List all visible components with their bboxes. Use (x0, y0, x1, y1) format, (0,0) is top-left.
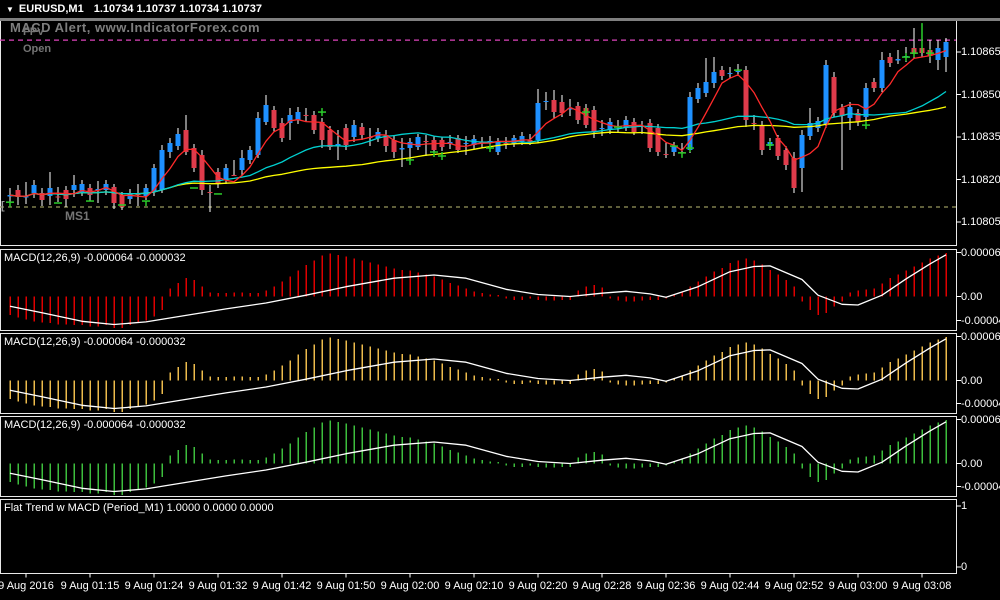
flat-trend-axis-label: 0 (961, 561, 967, 573)
time-axis-label: 9 Aug 02:28 (567, 580, 637, 592)
macd-axis-label: -0.000048 (961, 315, 1000, 327)
mt4-chart-window: ▼ EURUSD,M1 1.10734 1.10737 1.10734 1.10… (0, 0, 1000, 600)
macd-axis-label: -0.000048 (961, 398, 1000, 410)
price-axis-label: 1.10820 (961, 174, 1000, 186)
time-axis-label: 9 Aug 02:52 (759, 580, 829, 592)
watermark-text: MACD Alert, www.IndicatorForex.com (10, 20, 260, 35)
time-axis-label: 9 Aug 01:50 (311, 580, 381, 592)
macd-axis-label: 0.00 (961, 375, 982, 387)
macd-axis-label: -0.000048 (961, 481, 1000, 493)
ms1-level-label: MS1 (65, 209, 90, 223)
time-axis-label: 9 Aug 03:00 (823, 580, 893, 592)
time-axis-label: 9 Aug 01:15 (55, 580, 125, 592)
time-axis-label: 9 Aug 01:32 (183, 580, 253, 592)
time-axis-label: 9 Aug 01:24 (119, 580, 189, 592)
price-axis-label: 1.10835 (961, 131, 1000, 143)
time-axis-label: 9 Aug 02:36 (631, 580, 701, 592)
macd-axis-label: 0.000069 (961, 247, 1000, 259)
time-axis-label: 9 Aug 2016 (0, 580, 61, 592)
time-axis-label: 9 Aug 02:10 (439, 580, 509, 592)
price-axis-label: 1.10850 (961, 89, 1000, 101)
flat-trend-panel-label: Flat Trend w MACD (Period_M1) 1.0000 0.0… (4, 502, 274, 514)
macd-axis-label: 0.000069 (961, 414, 1000, 426)
open-level-label: Open (23, 43, 51, 55)
price-axis-label: 1.10865 (961, 46, 1000, 58)
time-axis-label: 9 Aug 01:42 (247, 580, 317, 592)
macd-axis-label: 0.000069 (961, 331, 1000, 343)
time-axis-label: 9 Aug 02:20 (503, 580, 573, 592)
main-chart-plot[interactable] (0, 21, 956, 246)
macd-axis-label: 0.00 (961, 291, 982, 303)
fpv-level-label: FPV (23, 26, 44, 38)
macd-panel-2-label: MACD(12,26,9) -0.000064 -0.000032 (4, 336, 186, 348)
macd-axis-label: 0.00 (961, 458, 982, 470)
time-axis-label: 9 Aug 02:00 (375, 580, 445, 592)
time-axis-label: 9 Aug 03:08 (887, 580, 957, 592)
price-axis-label: 1.10805 (961, 216, 1000, 228)
macd-panel-1-label: MACD(12,26,9) -0.000064 -0.000032 (4, 252, 186, 264)
flat-trend-axis-label: 1 (961, 500, 967, 512)
macd-panel-3-label: MACD(12,26,9) -0.000064 -0.000032 (4, 419, 186, 431)
time-axis-label: 9 Aug 02:44 (695, 580, 765, 592)
